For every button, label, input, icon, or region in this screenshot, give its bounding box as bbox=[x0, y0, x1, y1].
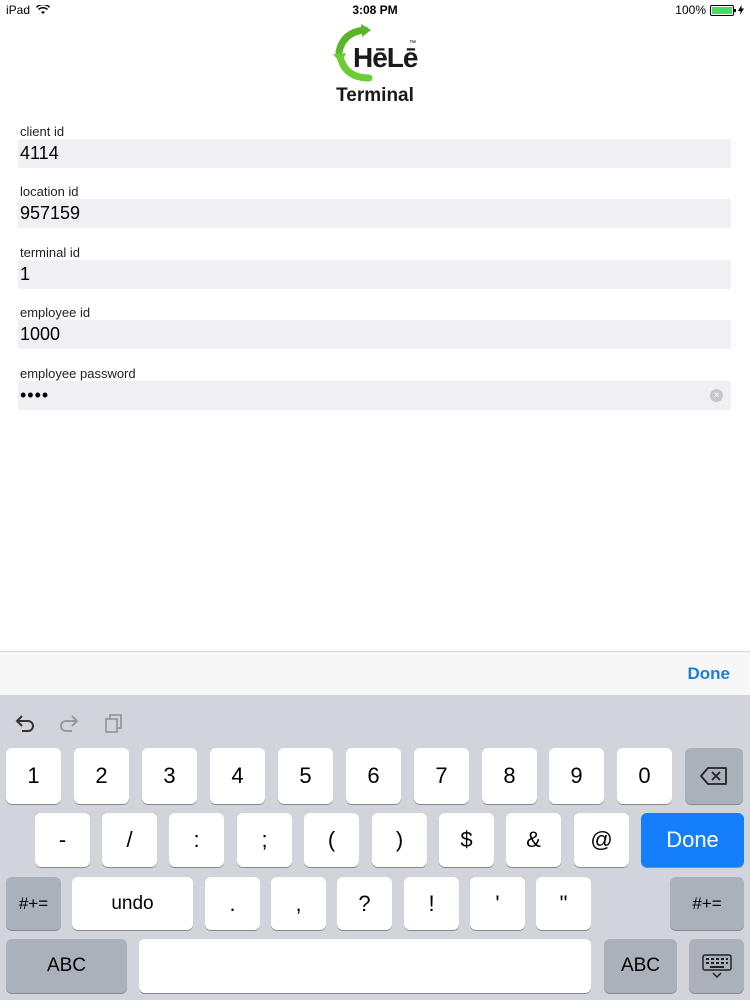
status-time: 3:08 PM bbox=[352, 3, 398, 17]
key-colon[interactable]: : bbox=[169, 813, 224, 867]
field-label: employee password bbox=[20, 366, 136, 381]
logo-subtitle: Terminal bbox=[336, 85, 414, 106]
key-dash[interactable]: - bbox=[35, 813, 90, 867]
key-apostrophe[interactable]: ' bbox=[470, 877, 525, 930]
abc-key-left[interactable]: ABC bbox=[6, 939, 127, 993]
keyboard: 1 2 3 4 5 6 7 8 9 0 - / : ; ( ) $ & @ Do… bbox=[0, 695, 750, 1000]
key-open-paren[interactable]: ( bbox=[304, 813, 359, 867]
logo-brand: HēLē bbox=[353, 42, 418, 73]
keyboard-accessory-bar: Done bbox=[0, 651, 750, 695]
battery-percent: 100% bbox=[675, 3, 706, 17]
location-id-input[interactable]: 957159 bbox=[18, 199, 731, 228]
field-value: 1000 bbox=[20, 324, 61, 344]
status-bar: iPad 3:08 PM 100% bbox=[0, 0, 750, 20]
key-at[interactable]: @ bbox=[574, 813, 629, 867]
terminal-id-input[interactable]: 1 bbox=[18, 260, 731, 289]
key-close-paren[interactable]: ) bbox=[372, 813, 427, 867]
bolt-icon bbox=[738, 5, 744, 15]
key-dollar[interactable]: $ bbox=[439, 813, 494, 867]
field-label: terminal id bbox=[20, 245, 80, 260]
space-bar[interactable] bbox=[139, 939, 591, 993]
field-label: location id bbox=[20, 184, 79, 199]
keyboard-dismiss-icon bbox=[701, 954, 732, 978]
redo-icon[interactable] bbox=[58, 713, 80, 733]
client-id-input[interactable]: 4114 bbox=[18, 139, 731, 168]
field-value: 4114 bbox=[20, 143, 59, 163]
field-label: client id bbox=[20, 124, 65, 139]
dismiss-keyboard-key[interactable] bbox=[689, 939, 744, 993]
backspace-key[interactable] bbox=[685, 748, 743, 804]
status-right: 100% bbox=[675, 0, 744, 20]
key-4[interactable]: 4 bbox=[210, 748, 265, 804]
field-value: •••• bbox=[20, 385, 50, 405]
key-slash[interactable]: / bbox=[102, 813, 157, 867]
key-exclamation[interactable]: ! bbox=[404, 877, 459, 930]
field-value: 957159 bbox=[20, 203, 81, 223]
logo-trademark: ™ bbox=[409, 40, 416, 47]
key-0[interactable]: 0 bbox=[617, 748, 672, 804]
hele-logo: HēLē ™ Terminal bbox=[325, 22, 425, 108]
key-8[interactable]: 8 bbox=[482, 748, 537, 804]
battery-icon bbox=[710, 4, 736, 16]
abc-key-right[interactable]: ABC bbox=[604, 939, 677, 993]
undo-key[interactable]: undo bbox=[72, 877, 193, 930]
field-label: employee id bbox=[20, 305, 91, 320]
key-9[interactable]: 9 bbox=[549, 748, 604, 804]
paste-icon[interactable] bbox=[104, 713, 124, 733]
key-quote[interactable]: " bbox=[536, 877, 591, 930]
backspace-icon bbox=[700, 767, 727, 785]
clear-text-icon[interactable]: × bbox=[710, 389, 723, 402]
employee-password-input[interactable]: •••• × bbox=[18, 381, 731, 410]
symbols-key-right[interactable]: #+= bbox=[670, 877, 744, 930]
field-value: 1 bbox=[20, 264, 31, 284]
employee-id-input[interactable]: 1000 bbox=[18, 320, 731, 349]
key-3[interactable]: 3 bbox=[142, 748, 197, 804]
key-period[interactable]: . bbox=[205, 877, 260, 930]
key-semicolon[interactable]: ; bbox=[237, 813, 292, 867]
undo-icon[interactable] bbox=[14, 713, 36, 733]
key-2[interactable]: 2 bbox=[74, 748, 129, 804]
key-question[interactable]: ? bbox=[337, 877, 392, 930]
key-1[interactable]: 1 bbox=[6, 748, 61, 804]
symbols-key-left[interactable]: #+= bbox=[6, 877, 61, 930]
key-ampersand[interactable]: & bbox=[506, 813, 561, 867]
key-5[interactable]: 5 bbox=[278, 748, 333, 804]
key-comma[interactable]: , bbox=[271, 877, 326, 930]
key-6[interactable]: 6 bbox=[346, 748, 401, 804]
key-7[interactable]: 7 bbox=[414, 748, 469, 804]
accessory-done-button[interactable]: Done bbox=[688, 664, 731, 684]
keyboard-done-button[interactable]: Done bbox=[641, 813, 744, 867]
